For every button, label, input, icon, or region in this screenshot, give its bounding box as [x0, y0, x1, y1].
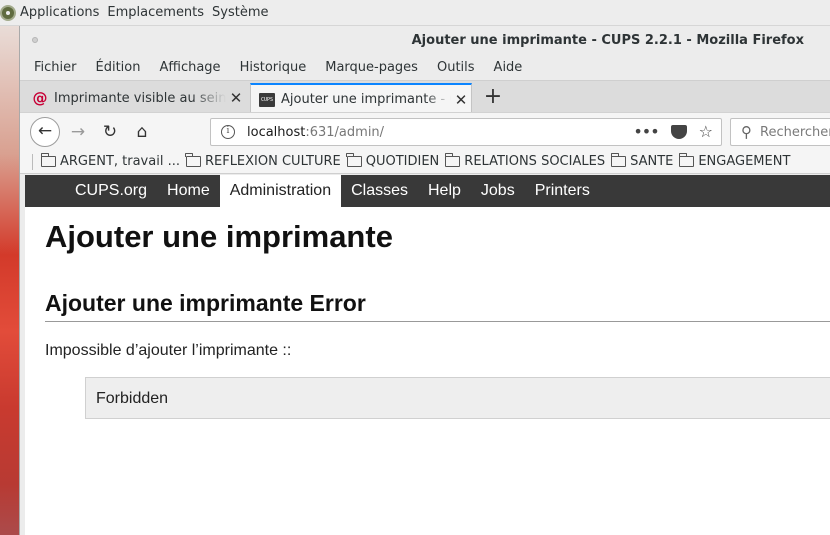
forward-button[interactable]: →	[66, 119, 90, 145]
info-icon[interactable]: i	[221, 125, 235, 139]
new-tab-button[interactable]: +	[480, 83, 506, 113]
close-icon[interactable]: ✕	[451, 91, 471, 109]
menu-fichier[interactable]: Fichier	[34, 60, 77, 75]
page-content: CUPS.org Home Administration Classes Hel…	[25, 175, 830, 535]
folder-icon	[185, 153, 201, 167]
search-icon: ⚲	[741, 123, 752, 141]
folder-icon	[444, 153, 461, 167]
cups-nav-help[interactable]: Help	[418, 175, 471, 207]
tab-label: Ajouter une imprimante - C	[281, 92, 451, 107]
error-message: Impossible d’ajouter l’imprimante ::	[45, 342, 292, 359]
folder-icon	[678, 153, 695, 167]
search-bar[interactable]: ⚲ Rechercher	[730, 118, 830, 146]
menu-affichage[interactable]: Affichage	[159, 60, 220, 75]
desktop-menu-applications[interactable]: Applications	[20, 5, 99, 20]
error-detail-box: Forbidden	[85, 377, 830, 419]
bookmark-folder-reflexion[interactable]: REFLEXION CULTURE	[185, 153, 341, 169]
desktop-wallpaper	[0, 26, 19, 535]
url-bar[interactable]: i localhost :631/admin/ ••• ☆	[210, 118, 722, 146]
url-actions: ••• ☆	[621, 121, 713, 143]
cups-navbar: CUPS.org Home Administration Classes Hel…	[25, 175, 830, 207]
section-title: Ajouter une imprimante Error	[45, 290, 830, 322]
navigation-toolbar: ← → ↻ ⌂ i localhost :631/admin/ ••• ☆ ⚲ …	[20, 112, 830, 150]
folder-icon	[40, 153, 56, 167]
tab-label: Imprimante visible au sein	[54, 90, 226, 106]
bookmark-folder-relations[interactable]: RELATIONS SOCIALES	[444, 153, 605, 169]
cups-nav-cups-org[interactable]: CUPS.org	[65, 175, 157, 207]
bookmark-folder-engagement[interactable]: ENGAGEMENT	[678, 153, 790, 169]
bookmark-folder-quotidien[interactable]: QUOTIDIEN	[346, 153, 439, 169]
menu-edition[interactable]: Édition	[96, 60, 141, 75]
debian-icon: @	[32, 89, 48, 107]
tab-bar: @ Imprimante visible au sein ✕ CUPS Ajou…	[20, 80, 830, 114]
cups-nav-administration[interactable]: Administration	[219, 175, 342, 207]
desktop-menu-system[interactable]: Système	[212, 5, 268, 20]
home-button[interactable]: ⌂	[130, 119, 154, 145]
url-path: :631/admin/	[305, 124, 385, 140]
window-title: Ajouter une imprimante - CUPS 2.2.1 - Mo…	[411, 32, 804, 48]
bookmark-star-icon[interactable]: ☆	[699, 121, 713, 143]
firefox-window: Ajouter une imprimante - CUPS 2.2.1 - Mo…	[19, 26, 830, 535]
cups-nav-home[interactable]: Home	[157, 175, 220, 207]
folder-icon	[346, 153, 362, 167]
pocket-icon[interactable]	[670, 125, 687, 139]
desktop-menu-places[interactable]: Emplacements	[107, 5, 204, 20]
menu-historique[interactable]: Historique	[240, 60, 307, 75]
desktop-top-panel: Applications Emplacements Système	[0, 0, 830, 26]
bookmarks-toolbar: ARGENT, travail ... REFLEXION CULTURE QU…	[20, 150, 830, 174]
bookmark-folder-sante[interactable]: SANTE	[610, 153, 673, 169]
window-menu-icon[interactable]	[32, 37, 38, 43]
cups-icon: CUPS	[259, 92, 275, 107]
cups-nav-printers[interactable]: Printers	[525, 175, 600, 207]
tab-imprimante-visible[interactable]: @ Imprimante visible au sein ✕	[24, 83, 246, 113]
cups-nav-classes[interactable]: Classes	[341, 175, 418, 207]
desktop-logo-icon[interactable]	[0, 4, 16, 21]
folder-icon	[610, 153, 627, 167]
bookmarks-separator	[32, 153, 33, 170]
page-title: Ajouter une imprimante	[45, 219, 393, 254]
bookmark-folder-argent[interactable]: ARGENT, travail ...	[40, 153, 180, 169]
menubar: Fichier Édition Affichage Historique Mar…	[20, 54, 830, 80]
window-titlebar[interactable]: Ajouter une imprimante - CUPS 2.2.1 - Mo…	[20, 26, 830, 54]
menu-marque-pages[interactable]: Marque-pages	[325, 60, 418, 75]
close-icon[interactable]: ✕	[226, 89, 246, 107]
page-actions-icon[interactable]: •••	[633, 121, 659, 143]
url-host: localhost	[247, 124, 306, 140]
menu-aide[interactable]: Aide	[494, 60, 523, 75]
menu-outils[interactable]: Outils	[437, 60, 475, 75]
back-button[interactable]: ←	[30, 117, 60, 147]
tab-ajouter-imprimante[interactable]: CUPS Ajouter une imprimante - C ✕	[250, 83, 472, 114]
cups-nav-jobs[interactable]: Jobs	[471, 175, 525, 207]
search-placeholder: Rechercher	[760, 124, 830, 140]
reload-button[interactable]: ↻	[98, 119, 122, 145]
